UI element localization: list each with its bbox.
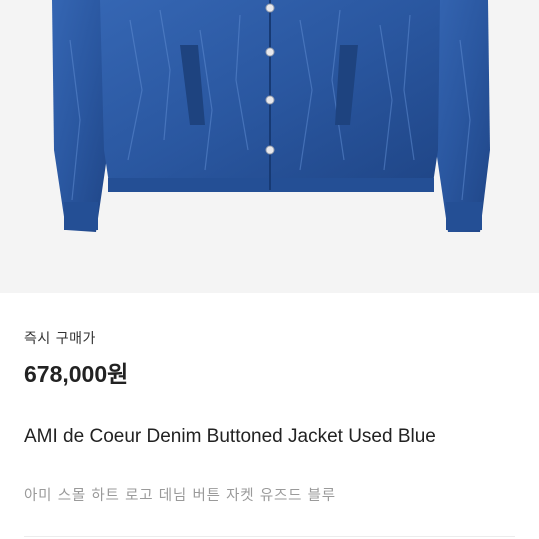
price-label: 즉시 구매가	[24, 331, 96, 347]
product-image[interactable]	[0, 0, 539, 293]
product-name-ko: 아미 스몰 하트 로고 데님 버튼 자켓 유즈드 블루	[24, 488, 336, 504]
product-name-en: AMI de Coeur Denim Buttoned Jacket Used …	[24, 426, 436, 447]
product-info: 즉시 구매가 678,000원 AMI de Coeur Denim Butto…	[0, 293, 539, 539]
denim-jacket-icon	[52, 0, 490, 232]
divider	[24, 536, 515, 537]
price-value: 678,000원	[24, 361, 129, 387]
